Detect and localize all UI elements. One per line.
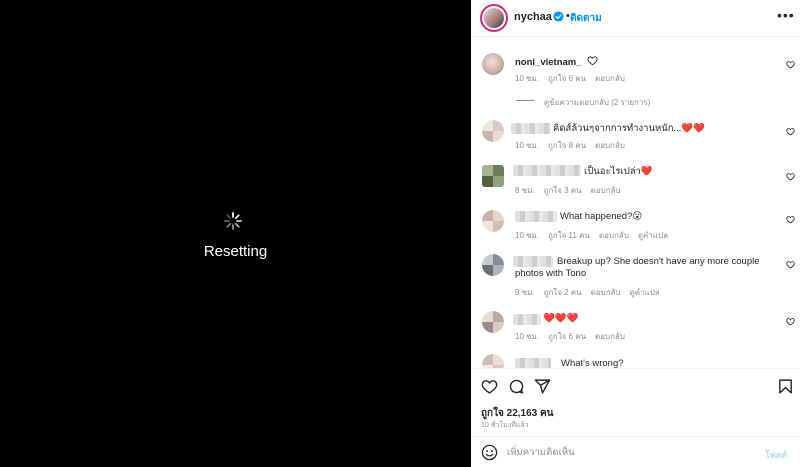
comment-meta: 8 ชม. ถูกใจ 3 คน ตอบกลับ xyxy=(515,186,621,195)
heart-outline-icon[interactable] xyxy=(587,55,598,66)
follow-button[interactable]: ติดตาม xyxy=(570,11,602,26)
blurred-username xyxy=(515,358,551,368)
comment-text: คิดส์ล้วนๆจากการทำงานหนัก...❤️❤️ xyxy=(553,123,706,134)
comments-list: noni_vietnam_ 10 ชม. ถูกใจ 6 คน ตอบกลับ ดู… xyxy=(471,38,800,368)
comment-avatar[interactable] xyxy=(482,210,504,232)
post-actions: ถูกใจ 22,163 คน 10 ชั่วโมงที่แล้ว xyxy=(471,368,800,436)
author-avatar[interactable] xyxy=(480,4,508,32)
blurred-username xyxy=(513,314,541,325)
verified-icon xyxy=(553,11,564,22)
comment-avatar[interactable] xyxy=(482,311,504,333)
comment-avatar[interactable] xyxy=(482,165,504,187)
author-username[interactable]: nychaa xyxy=(514,11,552,23)
post-timestamp: 10 ชั่วโมงที่แล้ว xyxy=(481,422,529,429)
comment-like-icon[interactable] xyxy=(786,260,795,269)
comment-username[interactable]: noni_vietnam_ xyxy=(515,57,582,68)
comment-text: ❤️❤️❤️ xyxy=(543,313,579,324)
more-icon[interactable]: ••• xyxy=(777,7,795,23)
comment-text: What happened?😮 xyxy=(560,211,643,222)
comment-item: noni_vietnam_ xyxy=(515,55,598,69)
comment-like-icon[interactable] xyxy=(786,317,795,326)
emoji-icon[interactable] xyxy=(481,444,498,461)
comment-avatar[interactable] xyxy=(482,354,504,368)
comment-text: Breakup up? She doesn't have any more co… xyxy=(515,256,760,279)
likes-count[interactable]: ถูกใจ 22,163 คน xyxy=(481,406,554,421)
heart-icon[interactable] xyxy=(481,378,498,395)
blurred-username xyxy=(515,211,557,222)
comment-like-icon[interactable] xyxy=(786,127,795,136)
comment-icon[interactable] xyxy=(508,378,525,395)
comment-meta: 10 ชม. ถูกใจ 6 คน ตอบกลับ xyxy=(515,74,625,83)
comment-like-icon[interactable] xyxy=(786,215,795,224)
comment-meta: 10 ชม. ถูกใจ 6 คน ตอบกลับ xyxy=(515,332,625,341)
reply-divider xyxy=(516,100,534,101)
add-comment-bar: โพสต์ xyxy=(471,436,800,467)
bookmark-icon[interactable] xyxy=(777,378,794,395)
blurred-username xyxy=(513,165,581,176)
comment-avatar[interactable] xyxy=(482,53,504,75)
comment-like-icon[interactable] xyxy=(786,60,795,69)
post-header: nychaa • ติดตาม ••• xyxy=(471,0,800,37)
share-icon[interactable] xyxy=(534,378,551,395)
status-text: Resetting xyxy=(203,243,268,260)
post-comment-button[interactable]: โพสต์ xyxy=(765,448,787,462)
comment-meta: 10 ชม. ถูกใจ 11 คน ตอบกลับ ดูคำแปล xyxy=(515,231,668,240)
view-replies-link[interactable]: ดูข้อความตอบกลับ (2 รายการ) xyxy=(544,96,650,109)
spinner-icon xyxy=(224,212,242,230)
comment-text: What's wrong? xyxy=(561,358,624,368)
post-panel: nychaa • ติดตาม ••• noni_vietnam_ 10 ชม.… xyxy=(471,0,800,467)
comment-avatar[interactable] xyxy=(482,120,504,142)
comment-like-icon[interactable] xyxy=(786,172,795,181)
comment-meta: 9 ชม. ถูกใจ 2 คน ตอบกลับ ดูคำแปล xyxy=(515,288,660,297)
comment-text: เป็นอะไรเปล่า❤️ xyxy=(584,166,653,177)
comment-avatar[interactable] xyxy=(482,254,504,276)
post-media[interactable]: Resetting xyxy=(0,0,471,467)
blurred-username xyxy=(511,123,551,134)
comment-meta: 10 ชม. ถูกใจ 8 คน ตอบกลับ xyxy=(515,141,625,150)
comment-input[interactable] xyxy=(507,444,757,461)
